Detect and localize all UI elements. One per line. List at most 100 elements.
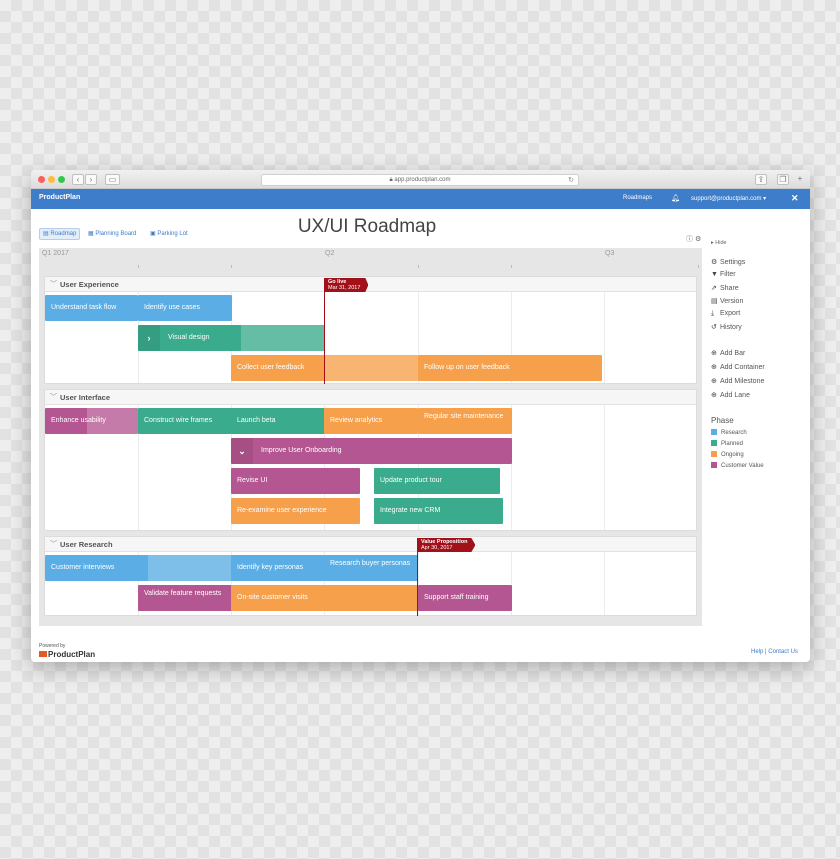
month-tick: [511, 265, 512, 268]
share-icon: ⇗: [711, 285, 717, 292]
quarter-label: Q3: [605, 250, 615, 257]
milestone-line: [324, 278, 325, 384]
roadmap-bar[interactable]: Identify use cases: [138, 295, 232, 321]
gridline: [604, 292, 605, 383]
hide-sidebar-link[interactable]: ▸ Hide: [711, 240, 727, 246]
legend-swatch: [711, 451, 717, 457]
roadmap-bar[interactable]: Research buyer personas: [324, 555, 418, 581]
milestone-flag[interactable]: Go live Mar 31, 2017: [324, 278, 369, 292]
forward-icon[interactable]: ›: [85, 174, 97, 185]
app-logo[interactable]: ProductPlan: [39, 194, 80, 201]
version-icon: ▤: [711, 298, 718, 305]
roadmap-bar[interactable]: Integrate new CRM: [374, 498, 503, 524]
add-lane-button[interactable]: ⊕ Add Lane: [711, 391, 750, 399]
sidebar-item-version[interactable]: ▤ Version: [711, 297, 743, 305]
export-icon: ⤓: [711, 310, 715, 317]
roadmap-container[interactable]: ⌄ Improve User Onboarding: [231, 438, 512, 464]
legend-swatch: [711, 429, 717, 435]
roadmaps-link[interactable]: Roadmaps: [623, 195, 652, 201]
lane-header[interactable]: ﹀ User Experience: [45, 277, 696, 292]
roadmap-bar[interactable]: On-site customer visits: [231, 585, 418, 611]
chevron-down-icon[interactable]: ﹀: [50, 392, 57, 402]
roadmap-bar[interactable]: Revise UI: [231, 468, 360, 494]
milestone-flag[interactable]: Value Proposition Apr 30, 2017: [417, 538, 476, 552]
roadmap-bar[interactable]: Regular site maintenance: [418, 408, 512, 434]
month-tick: [231, 265, 232, 268]
roadmap-bar[interactable]: Re-examine user experience: [231, 498, 360, 524]
add-milestone-button[interactable]: ⊕ Add Milestone: [711, 377, 764, 385]
app-header: ProductPlan Roadmaps 🔔︎ support@productp…: [31, 189, 810, 209]
lane-user-research: ﹀ User Research Customer interviews Iden…: [44, 536, 697, 616]
sidebar-item-export[interactable]: ⤓ Export: [711, 310, 740, 318]
lane-title: User Experience: [60, 280, 119, 289]
bar-progress: [240, 325, 325, 351]
gear-icon[interactable]: ⚙: [695, 236, 701, 243]
roadmap-bar[interactable]: Update product tour: [374, 468, 500, 494]
gear-icon: ⚙: [711, 259, 718, 266]
contact-us-link[interactable]: Contact Us: [768, 649, 798, 655]
roadmap-bar[interactable]: Follow up on user feedback: [418, 355, 602, 381]
lane-user-experience: ﹀ User Experience Understand task flow I…: [44, 276, 697, 384]
quarter-label: Q1 2017: [42, 250, 69, 257]
tab-roadmap[interactable]: ▤ Roadmap: [39, 228, 81, 240]
quarter-label: Q2: [325, 250, 335, 257]
footer-logo[interactable]: ProductPlan: [39, 650, 95, 659]
roadmap-bar[interactable]: Understand task flow: [45, 295, 138, 321]
browser-window: ‹ › ▭ 🔒︎ app.productplan.com ↻ ⇪ ❐ + Pro…: [31, 170, 810, 662]
phase-legend-title: Phase: [711, 416, 734, 425]
sidebar-item-settings[interactable]: ⚙ Settings: [711, 258, 745, 266]
reload-icon[interactable]: ↻: [568, 175, 574, 186]
address-bar[interactable]: 🔒︎ app.productplan.com ↻: [261, 174, 579, 186]
info-icon[interactable]: ⓘ: [686, 236, 693, 243]
month-tick: [698, 265, 699, 268]
help-link[interactable]: Help: [751, 649, 763, 655]
bar-progress: [147, 555, 232, 581]
month-tick: [418, 265, 419, 268]
sidebar-item-filter[interactable]: ▼ Filter: [711, 271, 736, 278]
new-tab-icon[interactable]: +: [794, 174, 806, 185]
sidebar-item-history[interactable]: ↺ History: [711, 323, 742, 331]
chevron-down-icon[interactable]: ⌄: [231, 438, 253, 464]
user-menu[interactable]: support@productplan.com ▾: [691, 195, 766, 202]
roadmap-bar[interactable]: Customer interviews: [45, 555, 232, 581]
legend-item-research: Research: [711, 429, 747, 436]
milestone-date: Apr 30, 2017: [421, 545, 453, 551]
sidebar-toggle-icon[interactable]: ▭: [105, 174, 120, 185]
roadmap-timeline: Q1 2017 Q2 Q3 ﹀ User Experience Understa…: [39, 248, 702, 626]
minimize-window-dot[interactable]: [48, 176, 55, 183]
close-window-dot[interactable]: [38, 176, 45, 183]
history-icon: ↺: [711, 324, 717, 331]
roadmap-bar[interactable]: Support staff training: [418, 585, 512, 611]
lane-header[interactable]: ﹀ User Interface: [45, 390, 696, 405]
roadmap-bar[interactable]: Construct wire frames: [138, 408, 232, 434]
roadmap-container[interactable]: › Visual design: [138, 325, 325, 351]
tabs-icon[interactable]: ❐: [777, 174, 789, 185]
footer-links: Help | Contact Us: [751, 649, 798, 655]
filter-icon: ▼: [711, 271, 718, 278]
productplan-logo-icon: [39, 651, 47, 657]
chevron-down-icon[interactable]: ﹀: [50, 539, 57, 549]
sidebar-item-share[interactable]: ⇗ Share: [711, 284, 739, 292]
roadmap-bar[interactable]: Review analytics: [324, 408, 418, 434]
back-icon[interactable]: ‹: [72, 174, 84, 185]
roadmap-bar[interactable]: Enhance usability: [45, 408, 138, 434]
add-container-button[interactable]: ⊕ Add Container: [711, 363, 765, 371]
zoom-window-dot[interactable]: [58, 176, 65, 183]
page-title: UX/UI Roadmap: [297, 216, 437, 237]
roadmap-bar[interactable]: Launch beta: [231, 408, 325, 434]
bell-icon[interactable]: 🔔︎: [671, 194, 680, 202]
lane-header[interactable]: ﹀ User Research: [45, 537, 696, 552]
plus-circle-icon: ⊕: [711, 364, 717, 371]
roadmap-bar[interactable]: Identify key personas: [231, 555, 325, 581]
tab-parking-lot[interactable]: ▣ Parking Lot: [150, 228, 188, 240]
chevron-right-icon[interactable]: ›: [138, 325, 160, 351]
tab-planning-board[interactable]: ▦ Planning Board: [88, 228, 136, 240]
bar-progress: [324, 355, 418, 381]
legend-swatch: [711, 440, 717, 446]
chevron-down-icon[interactable]: ﹀: [50, 279, 57, 289]
share-page-icon[interactable]: ⇪: [755, 174, 767, 185]
gridline: [604, 552, 605, 615]
collapse-icon[interactable]: ✕: [791, 193, 799, 204]
roadmap-bar[interactable]: Validate feature requests: [138, 585, 232, 611]
add-bar-button[interactable]: ⊕ Add Bar: [711, 349, 745, 357]
